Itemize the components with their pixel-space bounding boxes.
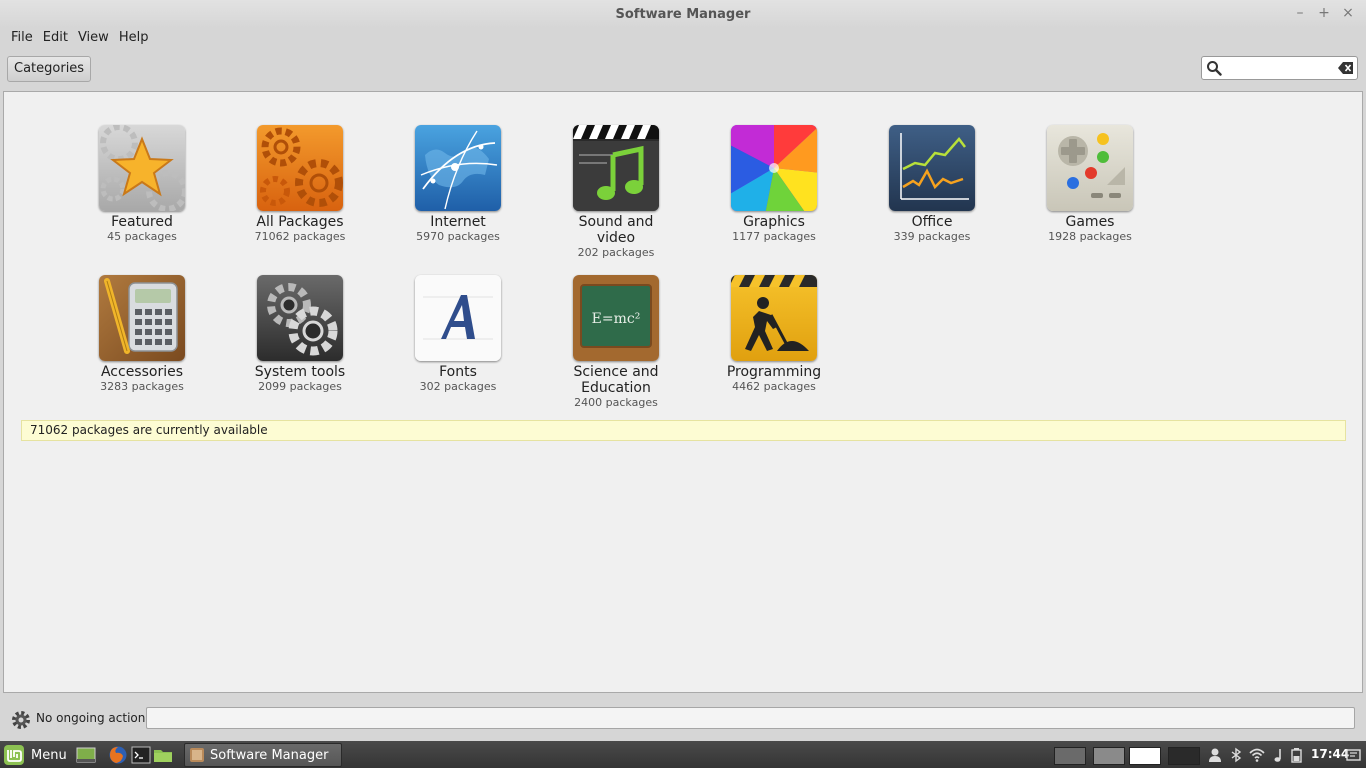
system-gear-icon (257, 275, 343, 361)
gear-icon (12, 711, 30, 729)
wifi-icon[interactable] (1249, 747, 1265, 763)
categories-pane: Featured 45 packages All Packages 71062 … (3, 91, 1363, 693)
category-count: 339 packages (893, 230, 971, 243)
close-button[interactable]: × (1340, 4, 1356, 22)
category-science-education[interactable]: E=mc² Science and Education 2400 package… (551, 275, 681, 410)
category-system-tools[interactable]: System tools 2099 packages (235, 275, 365, 394)
toolbar: Categories (0, 50, 1366, 88)
taskbar: Menu Software Manager 17:44 (0, 741, 1366, 768)
packages-available-info: 71062 packages are currently available (21, 420, 1346, 441)
font-a-icon (415, 275, 501, 361)
menu-view[interactable]: View (73, 28, 114, 50)
status-text: No ongoing actions (36, 711, 152, 725)
menu-label: Menu (31, 747, 67, 763)
search-icon (1207, 61, 1222, 76)
category-name: Fonts (439, 364, 477, 380)
menu-bar: File Edit View Help (0, 28, 1366, 50)
workspace-3[interactable] (1129, 747, 1161, 765)
title-bar: Software Manager – + × (0, 0, 1366, 28)
category-name: Science and Education (573, 364, 659, 396)
category-internet[interactable]: Internet 5970 packages (393, 125, 523, 244)
category-accessories[interactable]: Accessories 3283 packages (77, 275, 207, 394)
chart-icon (889, 125, 975, 211)
svg-text:E=mc²: E=mc² (592, 311, 641, 327)
category-name: Featured (111, 214, 173, 230)
category-count: 71062 packages (254, 230, 346, 243)
maximize-button[interactable]: + (1316, 4, 1332, 22)
category-name: Graphics (743, 214, 805, 230)
category-count: 1928 packages (1048, 230, 1132, 243)
menu-edit[interactable]: Edit (38, 28, 73, 50)
notifications-icon[interactable] (1346, 747, 1362, 763)
globe-icon (415, 125, 501, 211)
taskbar-software-manager[interactable]: Software Manager (184, 743, 342, 767)
color-wheel-icon (731, 125, 817, 211)
software-manager-icon (190, 748, 204, 762)
categories-button[interactable]: Categories (7, 56, 92, 82)
star-icon (99, 125, 185, 211)
calculator-icon (99, 275, 185, 361)
category-name: System tools (254, 364, 346, 380)
mint-logo-icon (4, 745, 24, 765)
task-label: Software Manager (210, 747, 329, 763)
window-title: Software Manager (615, 7, 751, 22)
terminal-icon[interactable] (131, 745, 151, 765)
category-count: 2099 packages (258, 380, 342, 393)
gears-icon (257, 125, 343, 211)
folder-icon[interactable] (153, 745, 173, 765)
category-count: 5970 packages (416, 230, 500, 243)
sound-icon[interactable] (1269, 747, 1285, 763)
show-desktop-icon[interactable] (76, 745, 96, 765)
window-controls: – + × (1292, 4, 1356, 22)
clapper-music-icon (573, 125, 659, 211)
clock: 17:44 (1311, 747, 1350, 761)
category-name: Accessories (100, 364, 184, 380)
category-graphics[interactable]: Graphics 1177 packages (709, 125, 839, 244)
category-count: 4462 packages (732, 380, 816, 393)
menu-help[interactable]: Help (114, 28, 154, 50)
status-bar: No ongoing actions (0, 700, 1366, 738)
category-name: Programming (726, 364, 822, 380)
user-icon[interactable] (1207, 747, 1223, 763)
workspace-2[interactable] (1093, 747, 1125, 765)
firefox-icon[interactable] (108, 745, 128, 765)
battery-icon[interactable] (1289, 747, 1305, 763)
category-all-packages[interactable]: All Packages 71062 packages (235, 125, 365, 244)
category-count: 2400 packages (574, 396, 658, 409)
category-count: 3283 packages (100, 380, 184, 393)
category-office[interactable]: Office 339 packages (867, 125, 997, 244)
category-count: 1177 packages (732, 230, 816, 243)
gamepad-icon (1047, 125, 1133, 211)
search-box[interactable] (1201, 56, 1358, 80)
category-games[interactable]: Games 1928 packages (1025, 125, 1155, 244)
category-name: Sound and video (578, 214, 654, 246)
category-count: 202 packages (577, 246, 655, 259)
category-programming[interactable]: Programming 4462 packages (709, 275, 839, 394)
category-count: 302 packages (419, 380, 497, 393)
progress-bar (146, 707, 1355, 729)
chalkboard-icon: E=mc² (573, 275, 659, 361)
start-menu-button[interactable]: Menu (3, 743, 67, 767)
category-name: Internet (430, 214, 486, 230)
clear-search-icon[interactable] (1338, 61, 1354, 75)
workspace-4[interactable] (1168, 747, 1200, 765)
search-input[interactable] (1226, 59, 1336, 77)
category-name: Games (1065, 214, 1115, 230)
category-name: All Packages (256, 214, 344, 230)
category-sound-video[interactable]: Sound and video 202 packages (551, 125, 681, 260)
minimize-button[interactable]: – (1292, 4, 1308, 22)
workspace-1[interactable] (1054, 747, 1086, 765)
construction-icon (731, 275, 817, 361)
category-featured[interactable]: Featured 45 packages (77, 125, 207, 244)
menu-file[interactable]: File (6, 28, 38, 50)
bluetooth-icon[interactable] (1228, 747, 1244, 763)
category-count: 45 packages (107, 230, 177, 243)
category-name: Office (911, 214, 953, 230)
category-fonts[interactable]: Fonts 302 packages (393, 275, 523, 394)
